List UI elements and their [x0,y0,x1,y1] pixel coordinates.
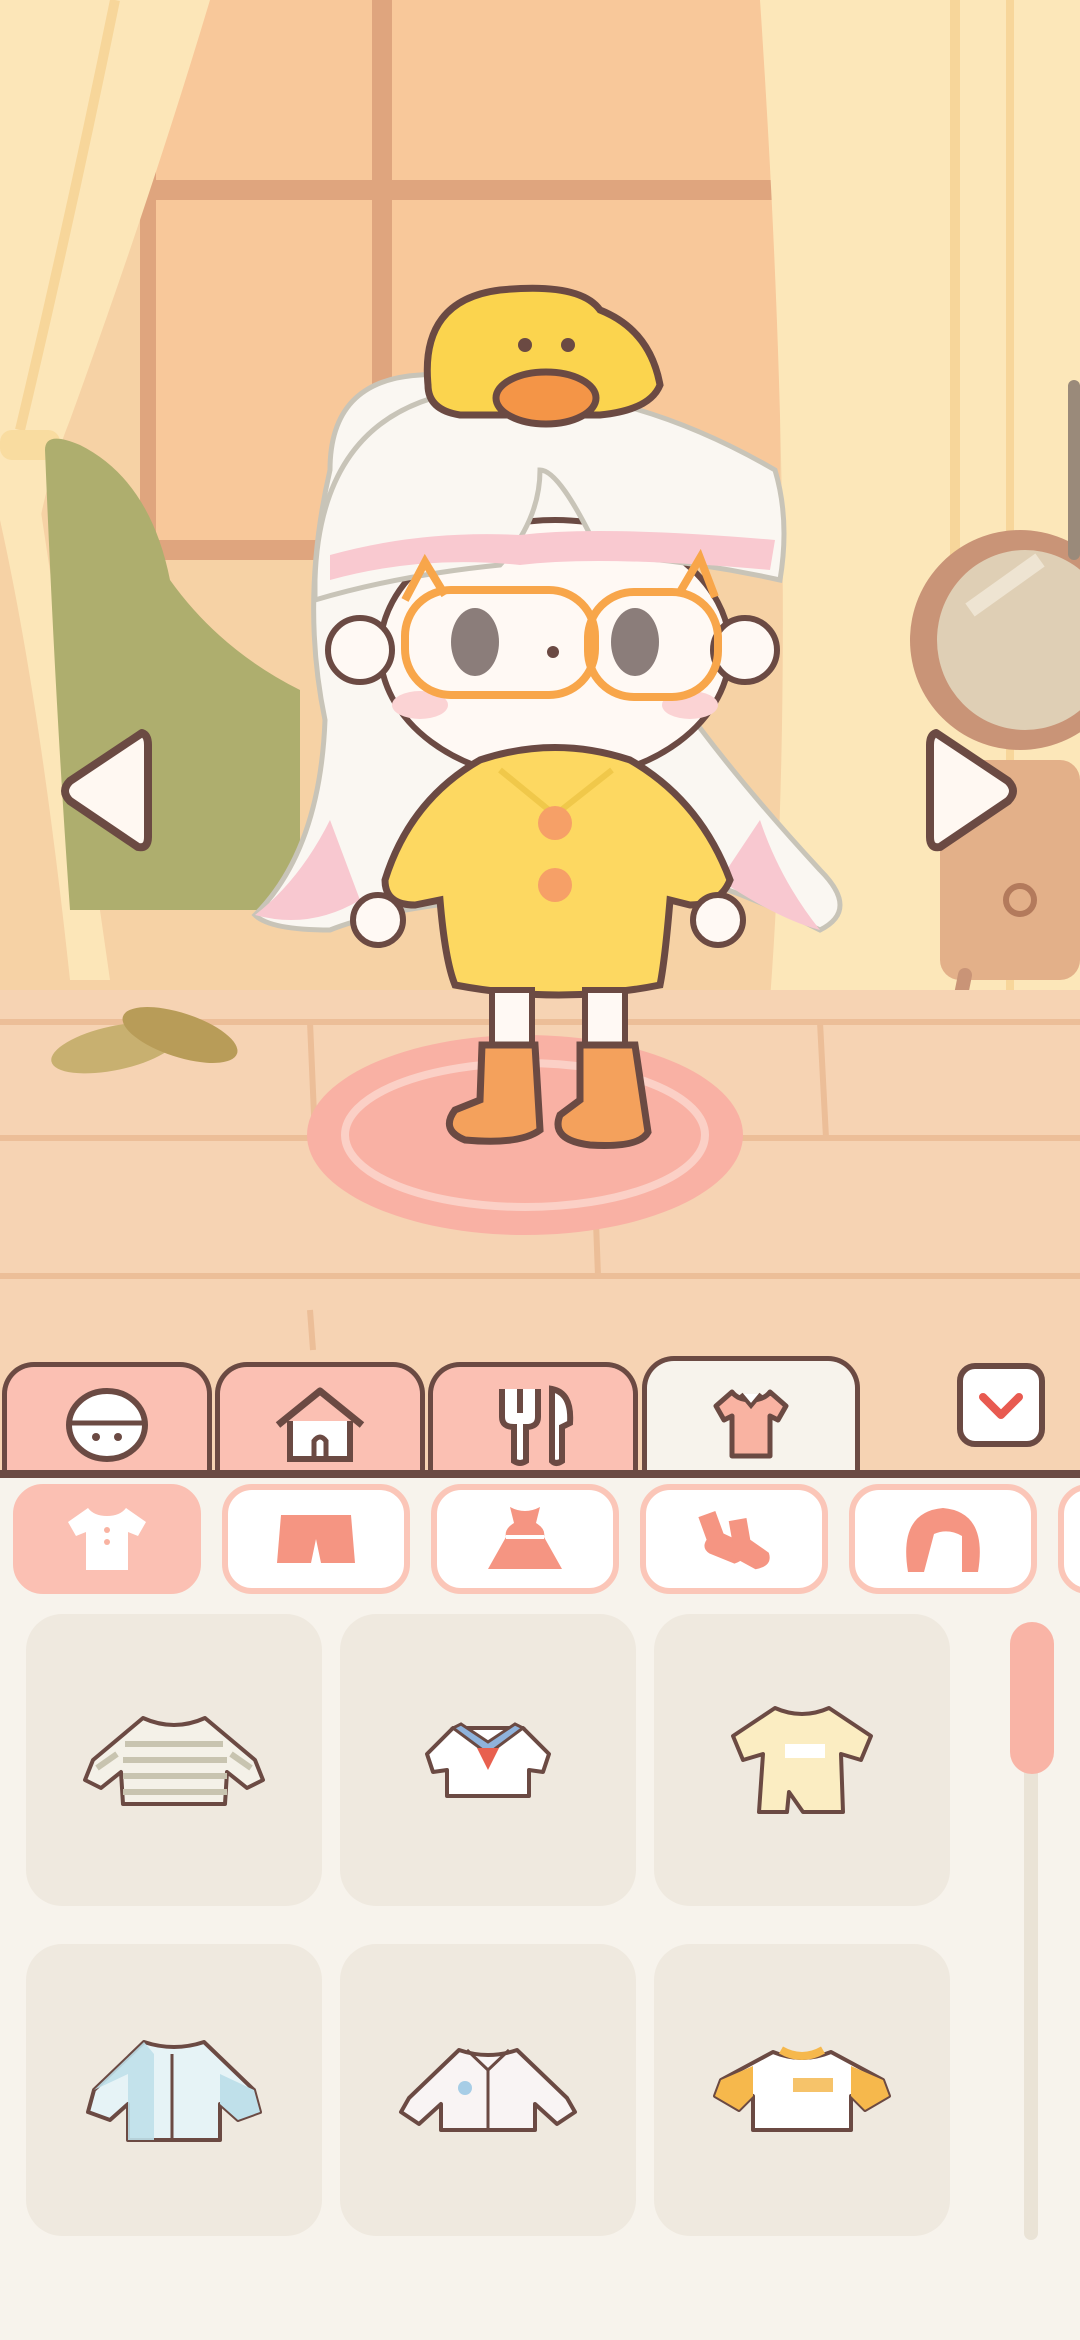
chevron-down-icon [979,1393,1023,1419]
top-icon [68,1508,146,1570]
prev-character-button[interactable] [56,725,152,857]
subtab-tops[interactable] [13,1484,201,1594]
shorts-icon [277,1515,355,1563]
tab-food[interactable] [428,1362,638,1482]
fork-spoon-icon [499,1384,574,1466]
subtab-bottoms[interactable] [222,1484,410,1594]
game-screen [0,0,1080,2340]
left-arrow-icon [61,729,152,852]
subtab-socks[interactable] [640,1484,828,1594]
socks-icon [698,1511,770,1570]
shirt-icon [713,1389,789,1458]
hair-icon [906,1508,980,1572]
item-white-shirt[interactable] [340,1944,636,2236]
tab-house[interactable] [215,1362,425,1482]
item-sailor-top[interactable] [340,1614,636,1906]
clothing-subtab-bar [0,1484,1080,1596]
blue-shirt-jacket-icon [86,2040,262,2142]
striped-longsleeve-icon [83,1716,265,1806]
category-tab-bar [0,1352,1080,1486]
next-character-button[interactable] [926,725,1022,857]
subtab-more[interactable] [1058,1484,1080,1594]
house-icon [275,1387,365,1462]
orange-trim-tee-icon [713,2046,891,2132]
white-shirt-icon [399,2048,577,2132]
tab-clothes[interactable] [642,1356,860,1486]
tab-face[interactable] [2,1362,212,1482]
cream-tshirt-icon [731,1706,873,1814]
dress-icon [488,1507,562,1569]
room-scene [0,0,1080,1480]
item-scrollbar-thumb[interactable] [1010,1622,1054,1774]
item-striped-longsleeve[interactable] [26,1614,322,1906]
subtab-dresses[interactable] [431,1484,619,1594]
tab-divider [0,1470,1080,1478]
sailor-top-icon [425,1722,551,1798]
collapse-panel-button[interactable] [957,1363,1045,1447]
right-arrow-icon [926,729,1017,852]
face-icon [66,1387,148,1462]
subtab-hair[interactable] [849,1484,1037,1594]
item-blue-shirt-jacket[interactable] [26,1944,322,2236]
item-cream-tshirt[interactable] [654,1614,950,1906]
item-orange-trim-tee[interactable] [654,1944,950,2236]
